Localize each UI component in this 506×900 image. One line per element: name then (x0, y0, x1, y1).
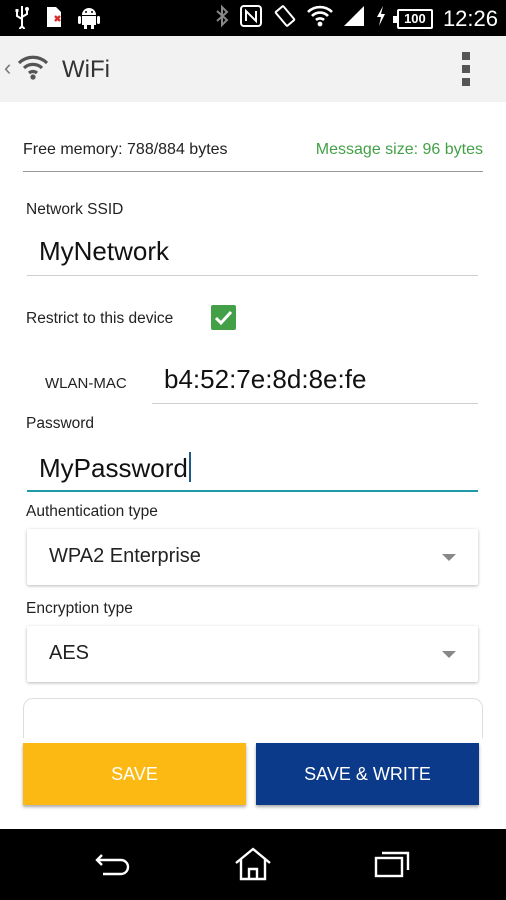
dropdown-arrow-icon (442, 651, 456, 658)
form-content: Free memory: 788/884 bytes Message size:… (0, 102, 506, 829)
rotate-icon (273, 4, 297, 33)
save-button[interactable]: SAVE (23, 743, 246, 805)
page-title: WiFi (62, 56, 110, 83)
save-and-write-button[interactable]: SAVE & WRITE (256, 743, 479, 805)
mac-label: WLAN-MAC (45, 375, 127, 392)
text-cursor (188, 452, 191, 482)
bluetooth-icon (215, 4, 229, 33)
home-icon[interactable] (233, 846, 273, 887)
android-icon (78, 5, 100, 34)
password-label: Password (26, 415, 95, 432)
wifi-signal-icon (307, 4, 333, 33)
cell-signal-icon (343, 4, 365, 33)
ssid-field[interactable]: MyNetwork (27, 226, 478, 276)
nfc-icon (239, 4, 263, 33)
encryption-type-value: AES (49, 642, 90, 664)
restrict-checkbox[interactable] (211, 305, 236, 330)
mac-field[interactable]: b4:52:7e:8d:8e:fe (152, 356, 478, 404)
back-icon[interactable] (93, 849, 133, 884)
mac-value: b4:52:7e:8d:8e:fe (164, 364, 367, 394)
password-value: MyPassword (39, 453, 188, 483)
back-chevron-icon[interactable]: ‹ (4, 57, 11, 79)
sim-error-icon (44, 5, 64, 34)
recents-icon[interactable] (374, 849, 412, 884)
clock-time: 12:26 (442, 5, 498, 31)
free-memory-text: Free memory: 788/884 bytes (23, 141, 228, 158)
restrict-label: Restrict to this device (26, 310, 174, 327)
overflow-menu-icon[interactable] (458, 52, 474, 86)
status-bar: 100 12:26 (0, 0, 506, 36)
auth-type-value: WPA2 Enterprise (49, 545, 201, 567)
battery-icon: 100 (392, 8, 433, 29)
charging-icon (375, 4, 387, 33)
action-bar: ‹ WiFi (0, 36, 506, 102)
navigation-bar (0, 829, 506, 900)
encryption-type-select[interactable]: AES (27, 626, 478, 682)
auth-type-label: Authentication type (26, 503, 158, 520)
ssid-label: Network SSID (26, 201, 124, 218)
message-size-text: Message size: 96 bytes (315, 141, 483, 158)
wifi-logo-icon[interactable] (17, 54, 49, 85)
partial-card (23, 698, 483, 738)
checkmark-icon (214, 310, 233, 326)
ssid-value: MyNetwork (39, 236, 170, 266)
usb-icon (14, 5, 30, 34)
dropdown-arrow-icon (442, 554, 456, 561)
encryption-type-label: Encryption type (26, 600, 133, 617)
auth-type-select[interactable]: WPA2 Enterprise (27, 529, 478, 585)
memory-info: Free memory: 788/884 bytes Message size:… (23, 138, 483, 172)
password-field[interactable]: MyPassword (27, 442, 478, 492)
